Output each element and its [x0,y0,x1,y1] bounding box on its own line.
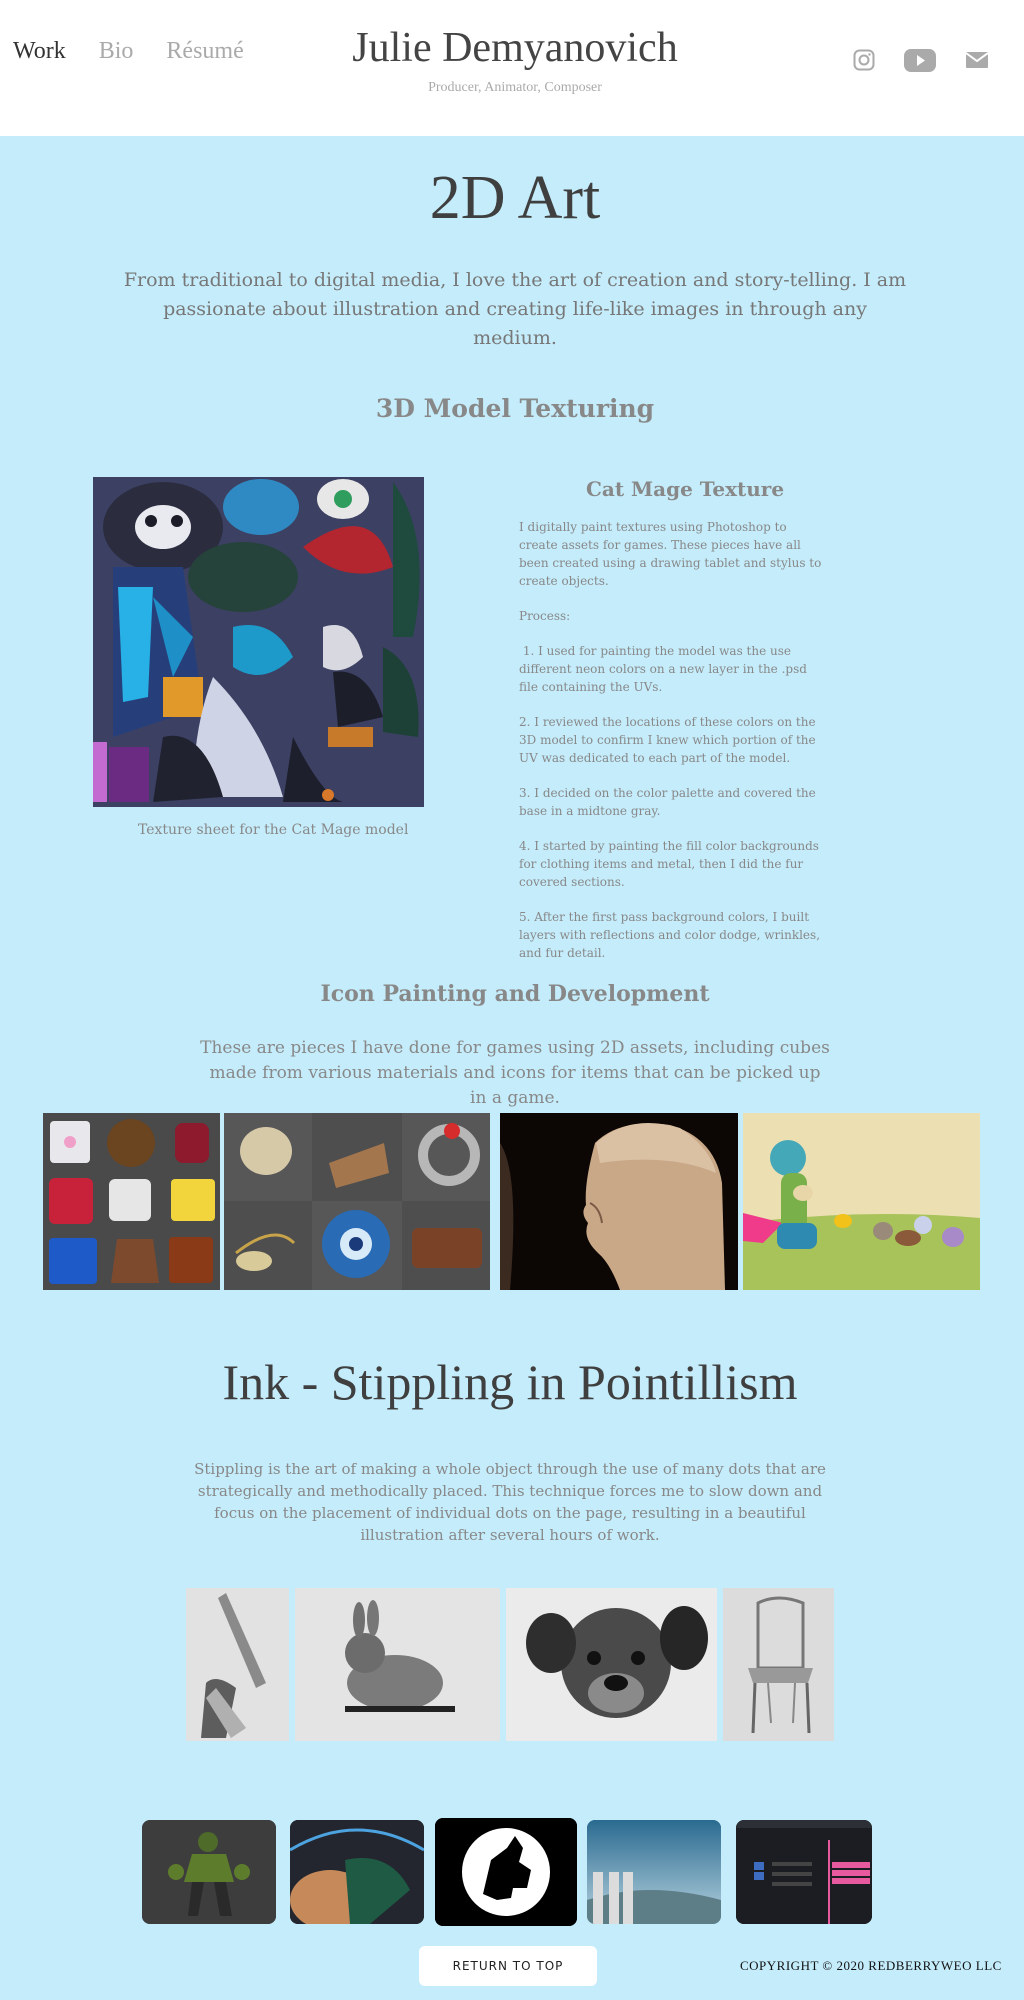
footer-link-animation[interactable] [435,1818,577,1926]
texture-caption: Texture sheet for the Cat Mage model [138,822,409,838]
page-intro: From traditional to digital media, I lov… [123,269,907,349]
stipple-instrument-image[interactable] [186,1588,289,1741]
process-step: 1. I used for painting the model was the… [519,644,811,694]
icons-heading: Icon Painting and Development [320,981,710,1007]
return-to-top-button[interactable]: RETURN TO TOP [419,1946,597,1986]
footer-link-3d-scene[interactable] [290,1820,424,1924]
instagram-icon[interactable] [853,49,875,71]
stipple-chair-image[interactable] [723,1588,834,1741]
game-items-image[interactable] [224,1113,490,1290]
process-step: 2. I reviewed the locations of these col… [519,715,816,765]
process-step: 3. I decided on the color palette and co… [519,786,816,818]
toy-scene-image[interactable] [743,1113,980,1290]
texturing-heading: 3D Model Texturing [375,394,655,423]
sculpture-bust-image[interactable] [500,1113,738,1290]
youtube-icon[interactable] [904,49,936,72]
copyright-text: COPYRIGHT © 2020 REDBERRYWEO LLC [740,1958,1002,1973]
ink-heading: Ink - Stippling in Pointillism [222,1354,798,1410]
icons-description: These are pieces I have done for games u… [200,1038,830,1108]
footer-link-environment[interactable] [587,1820,721,1924]
process-step: 5. After the first pass background color… [519,910,821,960]
cat-mage-description: I digitally paint textures using Photosh… [519,518,829,979]
site-subtitle: Producer, Animator, Composer [428,80,602,95]
site-header: Work Bio Résumé Julie Demyanovich Produc… [0,0,1024,136]
footer-link-editing[interactable] [736,1820,872,1924]
ink-description: Stippling is the art of making a whole o… [194,1460,826,1544]
mail-icon[interactable] [966,52,988,68]
stipple-dog-image[interactable] [506,1588,717,1741]
page-title: 2D Art [429,164,601,232]
cat-mage-title: Cat Mage Texture [585,477,785,501]
material-cubes-image[interactable] [43,1113,220,1290]
process-step: 4. I started by painting the fill color … [519,839,819,889]
footer-link-3d-character[interactable] [142,1820,276,1924]
process-text: I digitally paint textures using Photosh… [519,520,822,588]
stipple-rabbit-image[interactable] [295,1588,500,1741]
process-text: Process: [519,609,571,623]
cat-mage-texture-image[interactable] [93,477,424,807]
